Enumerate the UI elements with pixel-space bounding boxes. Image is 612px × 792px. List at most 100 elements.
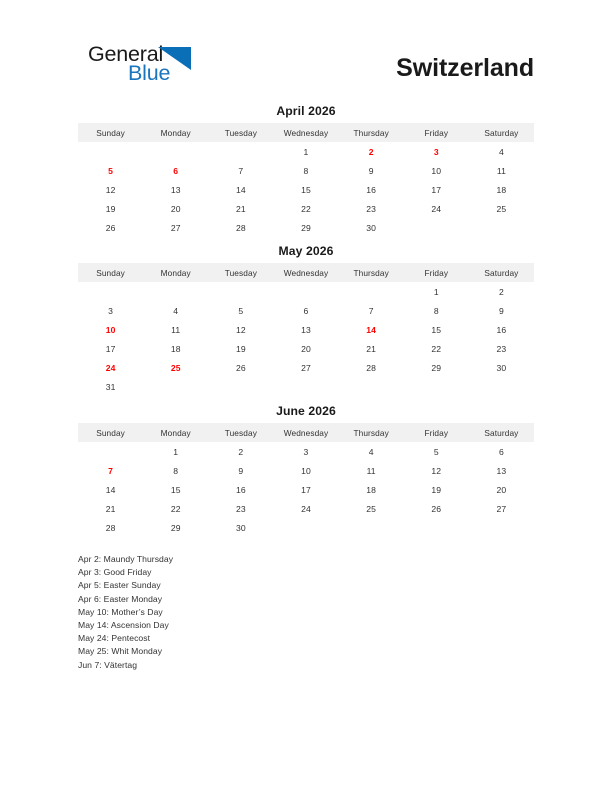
day-cell[interactable]: 18 — [143, 340, 208, 359]
day-cell[interactable]: 5 — [208, 302, 273, 321]
day-cell[interactable]: 27 — [273, 359, 338, 378]
day-cell[interactable]: 13 — [469, 461, 534, 480]
day-cell[interactable]: 9 — [469, 302, 534, 321]
day-cell[interactable]: 21 — [78, 499, 143, 518]
day-cell[interactable]: 16 — [208, 480, 273, 499]
day-cell[interactable]: 31 — [78, 378, 143, 397]
day-cell-holiday[interactable]: 25 — [143, 359, 208, 378]
day-cell[interactable]: 17 — [78, 340, 143, 359]
day-cell[interactable]: 25 — [339, 499, 404, 518]
day-cell[interactable]: 1 — [143, 442, 208, 461]
day-cell[interactable]: 26 — [78, 218, 143, 237]
day-cell[interactable]: 9 — [208, 461, 273, 480]
day-cell-holiday[interactable]: 10 — [78, 321, 143, 340]
day-cell-holiday[interactable]: 5 — [78, 161, 143, 180]
day-cell[interactable]: 21 — [208, 199, 273, 218]
day-cell[interactable]: 14 — [78, 480, 143, 499]
day-cell[interactable]: 1 — [273, 142, 338, 161]
weekday-header-tuesday: Tuesday — [208, 123, 274, 142]
day-cell-holiday[interactable]: 14 — [339, 321, 404, 340]
day-cell[interactable]: 30 — [469, 359, 534, 378]
day-cell[interactable]: 26 — [404, 499, 469, 518]
day-cell[interactable]: 30 — [208, 518, 273, 537]
day-cell[interactable]: 11 — [339, 461, 404, 480]
day-cell[interactable]: 28 — [339, 359, 404, 378]
day-cell[interactable]: 15 — [404, 321, 469, 340]
day-cell[interactable]: 20 — [469, 480, 534, 499]
day-cell[interactable]: 10 — [273, 461, 338, 480]
day-cell[interactable]: 17 — [273, 480, 338, 499]
day-cell[interactable]: 11 — [143, 321, 208, 340]
day-cell[interactable]: 15 — [273, 180, 338, 199]
day-cell[interactable]: 29 — [273, 218, 338, 237]
day-cell[interactable]: 12 — [404, 461, 469, 480]
day-cell[interactable]: 22 — [404, 340, 469, 359]
day-cell[interactable]: 17 — [404, 180, 469, 199]
day-cell[interactable]: 26 — [208, 359, 273, 378]
day-cell[interactable]: 6 — [469, 442, 534, 461]
weekday-header-thursday: Thursday — [338, 123, 404, 142]
day-cell[interactable]: 30 — [339, 218, 404, 237]
day-cell[interactable]: 1 — [404, 282, 469, 301]
day-cell[interactable]: 16 — [469, 321, 534, 340]
day-cell[interactable]: 8 — [143, 461, 208, 480]
day-cell[interactable]: 24 — [273, 499, 338, 518]
day-cell[interactable]: 14 — [208, 180, 273, 199]
day-cell[interactable]: 11 — [469, 161, 534, 180]
day-cell[interactable]: 5 — [404, 442, 469, 461]
day-cell[interactable]: 18 — [339, 480, 404, 499]
day-cell[interactable]: 13 — [273, 321, 338, 340]
day-cell[interactable]: 23 — [339, 199, 404, 218]
day-cell[interactable]: 10 — [404, 161, 469, 180]
day-cell[interactable]: 7 — [339, 302, 404, 321]
day-cell[interactable]: 4 — [339, 442, 404, 461]
week-row: 5 6 7 8 9 10 11 — [78, 161, 534, 180]
day-cell[interactable]: 19 — [78, 199, 143, 218]
day-cell[interactable]: 2 — [208, 442, 273, 461]
day-cell[interactable]: 19 — [208, 340, 273, 359]
day-cell[interactable]: 27 — [143, 218, 208, 237]
weekday-header-wednesday: Wednesday — [273, 123, 339, 142]
day-cell[interactable]: 12 — [78, 180, 143, 199]
day-cell[interactable]: 4 — [143, 302, 208, 321]
day-cell[interactable]: 18 — [469, 180, 534, 199]
day-cell[interactable]: 12 — [208, 321, 273, 340]
day-cell[interactable]: 19 — [404, 480, 469, 499]
day-cell-holiday[interactable]: 7 — [78, 461, 143, 480]
day-cell[interactable]: 28 — [78, 518, 143, 537]
day-cell[interactable]: 22 — [143, 499, 208, 518]
day-cell[interactable]: 29 — [404, 359, 469, 378]
day-cell[interactable]: 29 — [143, 518, 208, 537]
day-cell-holiday[interactable]: 24 — [78, 359, 143, 378]
day-cell[interactable]: 3 — [273, 442, 338, 461]
day-cell[interactable]: 25 — [469, 199, 534, 218]
day-cell-holiday[interactable]: 2 — [339, 142, 404, 161]
day-cell[interactable]: 28 — [208, 218, 273, 237]
day-cell-empty — [78, 142, 143, 161]
day-cell[interactable]: 13 — [143, 180, 208, 199]
general-blue-logo[interactable]: General Blue — [88, 43, 278, 96]
day-cell[interactable]: 8 — [404, 302, 469, 321]
day-cell[interactable]: 9 — [339, 161, 404, 180]
day-cell-holiday[interactable]: 6 — [143, 161, 208, 180]
day-cell[interactable]: 20 — [143, 199, 208, 218]
weekday-header-monday: Monday — [143, 423, 209, 443]
day-cell[interactable]: 7 — [208, 161, 273, 180]
day-cell[interactable]: 22 — [273, 199, 338, 218]
day-cell-holiday[interactable]: 3 — [404, 142, 469, 161]
day-cell[interactable]: 6 — [273, 302, 338, 321]
day-cell[interactable]: 24 — [404, 199, 469, 218]
day-cell[interactable]: 21 — [339, 340, 404, 359]
day-cell[interactable]: 2 — [469, 282, 534, 301]
day-cell[interactable]: 27 — [469, 499, 534, 518]
weekday-header-sunday: Sunday — [78, 263, 144, 283]
day-cell[interactable]: 23 — [208, 499, 273, 518]
day-cell[interactable]: 20 — [273, 340, 338, 359]
day-cell[interactable]: 16 — [339, 180, 404, 199]
day-cell[interactable]: 4 — [469, 142, 534, 161]
day-cell[interactable]: 23 — [469, 340, 534, 359]
day-cell-empty — [208, 142, 273, 161]
day-cell[interactable]: 3 — [78, 302, 143, 321]
day-cell[interactable]: 8 — [273, 161, 338, 180]
day-cell[interactable]: 15 — [143, 480, 208, 499]
